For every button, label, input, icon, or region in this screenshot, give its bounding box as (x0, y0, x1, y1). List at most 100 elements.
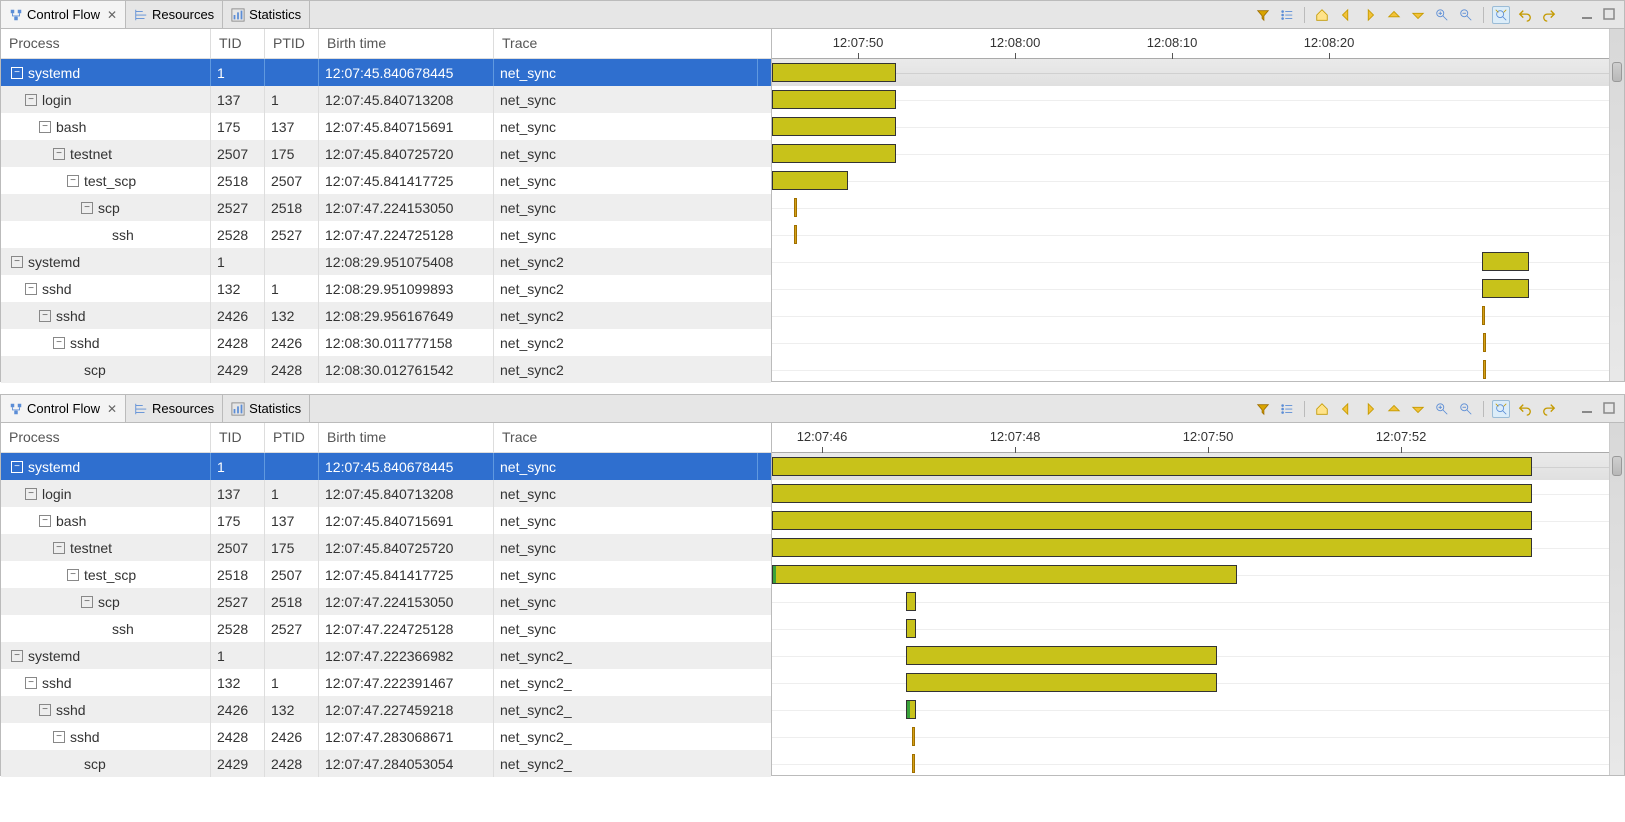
up-button[interactable] (1385, 6, 1403, 24)
table-row[interactable]: ssh 2528 2527 12:07:47.224725128 net_syn… (1, 221, 771, 248)
fwd-button[interactable] (1361, 400, 1379, 418)
gantt-bar[interactable] (1482, 252, 1529, 271)
tree-collapse-icon[interactable]: − (25, 283, 37, 295)
gantt-row[interactable] (772, 356, 1609, 381)
back-button[interactable] (1337, 400, 1355, 418)
gantt-sliver[interactable] (1482, 306, 1485, 325)
gantt-row[interactable] (772, 167, 1609, 194)
gantt-sliver[interactable] (912, 754, 915, 773)
table-row[interactable]: −scp 2527 2518 12:07:47.224153050 net_sy… (1, 194, 771, 221)
home-button[interactable] (1313, 6, 1331, 24)
tree-collapse-icon[interactable]: − (39, 310, 51, 322)
gantt-bar[interactable] (906, 619, 916, 638)
table-row[interactable]: −systemd 1 12:07:45.840678445 net_sync (1, 59, 771, 86)
tree-collapse-icon[interactable]: − (67, 569, 79, 581)
table-row[interactable]: −sshd 2426 132 12:08:29.956167649 net_sy… (1, 302, 771, 329)
gantt-sliver[interactable] (912, 727, 915, 746)
table-row[interactable]: −testnet 2507 175 12:07:45.840725720 net… (1, 534, 771, 561)
tree-collapse-icon[interactable]: − (25, 94, 37, 106)
table-row[interactable]: −bash 175 137 12:07:45.840715691 net_syn… (1, 507, 771, 534)
undo-button[interactable] (1516, 400, 1534, 418)
col-tid[interactable]: TID (211, 29, 265, 58)
close-icon[interactable]: ✕ (107, 402, 117, 416)
col-process[interactable]: Process (1, 423, 211, 452)
gantt-sliver[interactable] (1483, 333, 1486, 352)
gantt-bar[interactable] (906, 646, 1217, 665)
gantt-bar[interactable] (772, 511, 1532, 530)
fwd-button[interactable] (1361, 6, 1379, 24)
gantt-row[interactable] (772, 275, 1609, 302)
table-row[interactable]: −sshd 132 1 12:08:29.951099893 net_sync2 (1, 275, 771, 302)
tree-collapse-icon[interactable]: − (53, 731, 65, 743)
col-birth[interactable]: Birth time (319, 423, 494, 452)
table-row[interactable]: −test_scp 2518 2507 12:07:45.841417725 n… (1, 561, 771, 588)
zoomout-button[interactable] (1457, 6, 1475, 24)
undo-button[interactable] (1516, 6, 1534, 24)
tab-control-flow[interactable]: Control Flow✕ (1, 1, 126, 28)
tab-resources[interactable]: Resources (126, 395, 223, 422)
table-row[interactable]: −systemd 1 12:08:29.951075408 net_sync2 (1, 248, 771, 275)
gantt-sliver[interactable] (794, 225, 797, 244)
maximize-button[interactable] (1602, 7, 1618, 23)
table-row[interactable]: −systemd 1 12:07:45.840678445 net_sync (1, 453, 771, 480)
tree-collapse-icon[interactable]: − (11, 67, 23, 79)
down-button[interactable] (1409, 400, 1427, 418)
tree-collapse-icon[interactable]: − (81, 202, 93, 214)
table-row[interactable]: −systemd 1 12:07:47.222366982 net_sync2_ (1, 642, 771, 669)
gantt-bar[interactable] (772, 90, 896, 109)
table-row[interactable]: −login 137 1 12:07:45.840713208 net_sync (1, 86, 771, 113)
col-trace[interactable]: Trace (494, 29, 758, 58)
redo-button[interactable] (1540, 6, 1558, 24)
col-trace[interactable]: Trace (494, 423, 758, 452)
gantt-row[interactable] (772, 750, 1609, 775)
table-row[interactable]: −scp 2527 2518 12:07:47.224153050 net_sy… (1, 588, 771, 615)
gantt-row[interactable] (772, 221, 1609, 248)
tree-collapse-icon[interactable]: − (11, 650, 23, 662)
scrollbar-thumb[interactable] (1612, 62, 1622, 82)
filter-button[interactable] (1254, 6, 1272, 24)
tab-statistics[interactable]: Statistics (223, 1, 310, 28)
tree-collapse-icon[interactable]: − (39, 515, 51, 527)
gantt-row[interactable] (772, 113, 1609, 140)
zoomout-button[interactable] (1457, 400, 1475, 418)
minimize-button[interactable] (1580, 7, 1596, 23)
zoomin-button[interactable] (1433, 6, 1451, 24)
list-button[interactable] (1278, 6, 1296, 24)
gantt-row[interactable] (772, 588, 1609, 615)
zoomin-button[interactable] (1433, 400, 1451, 418)
gantt-row[interactable] (772, 140, 1609, 167)
table-row[interactable]: −bash 175 137 12:07:45.840715691 net_syn… (1, 113, 771, 140)
gantt-bar[interactable] (1482, 279, 1529, 298)
zoomfit-button[interactable] (1492, 400, 1510, 418)
gantt-row[interactable] (772, 86, 1609, 113)
col-ptid[interactable]: PTID (265, 29, 319, 58)
gantt-row[interactable] (772, 642, 1609, 669)
gantt-bar[interactable] (906, 700, 916, 719)
tree-collapse-icon[interactable]: − (11, 461, 23, 473)
gantt-bar[interactable] (772, 63, 896, 82)
filter-button[interactable] (1254, 400, 1272, 418)
time-ruler[interactable]: 12:07:46 12:07:48 12:07:50 12:07:52 (772, 423, 1609, 453)
col-ptid[interactable]: PTID (265, 423, 319, 452)
tree-collapse-icon[interactable]: − (67, 175, 79, 187)
col-birth[interactable]: Birth time (319, 29, 494, 58)
maximize-button[interactable] (1602, 401, 1618, 417)
table-row[interactable]: −login 137 1 12:07:45.840713208 net_sync (1, 480, 771, 507)
gantt-row[interactable] (772, 696, 1609, 723)
gantt-row[interactable] (772, 194, 1609, 221)
tab-control-flow[interactable]: Control Flow✕ (1, 395, 126, 422)
tree-collapse-icon[interactable]: − (53, 542, 65, 554)
gantt-bar[interactable] (906, 673, 1217, 692)
vertical-scrollbar[interactable] (1610, 29, 1624, 381)
tree-collapse-icon[interactable]: − (25, 488, 37, 500)
gantt-row[interactable] (772, 329, 1609, 356)
tree-collapse-icon[interactable]: − (39, 704, 51, 716)
down-button[interactable] (1409, 6, 1427, 24)
home-button[interactable] (1313, 400, 1331, 418)
gantt-bar[interactable] (906, 592, 916, 611)
col-process[interactable]: Process (1, 29, 211, 58)
col-tid[interactable]: TID (211, 423, 265, 452)
table-row[interactable]: −testnet 2507 175 12:07:45.840725720 net… (1, 140, 771, 167)
table-row[interactable]: −sshd 132 1 12:07:47.222391467 net_sync2… (1, 669, 771, 696)
table-row[interactable]: −sshd 2428 2426 12:08:30.011777158 net_s… (1, 329, 771, 356)
